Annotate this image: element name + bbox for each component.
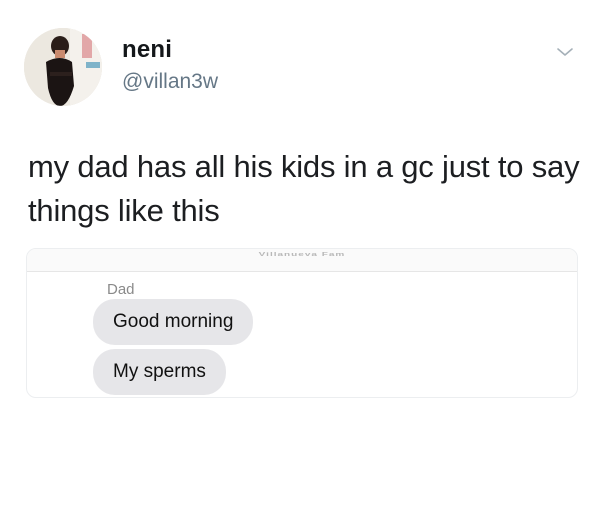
- message-bubble: My sperms: [93, 349, 226, 395]
- avatar[interactable]: [24, 28, 102, 106]
- group-name: Villanueva Fam: [258, 252, 346, 258]
- chevron-down-icon[interactable]: [553, 40, 577, 64]
- embedded-screenshot[interactable]: Villanueva Fam Dad Good morning My sperm…: [26, 248, 578, 398]
- message-bubble: Good morning: [93, 299, 254, 345]
- sender-name: Dad: [107, 281, 135, 298]
- tweet-text: my dad has all his kids in a gc just to …: [28, 149, 580, 228]
- tweet-card: neni @villan3w my dad has all his kids i…: [0, 0, 600, 518]
- author-name[interactable]: neni: [122, 36, 172, 64]
- chat-header: Villanueva Fam: [27, 249, 577, 272]
- avatar-image: [24, 28, 102, 106]
- author-handle[interactable]: @villan3w: [122, 70, 218, 94]
